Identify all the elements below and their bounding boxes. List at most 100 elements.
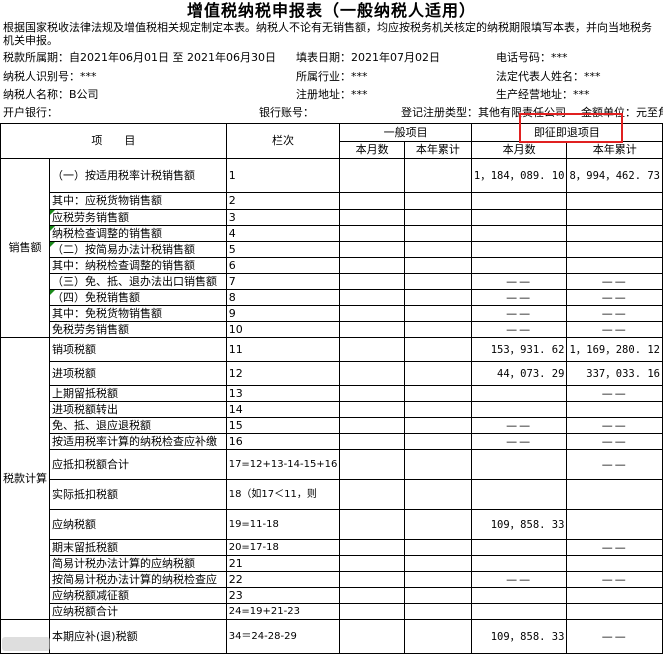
row-value-v1: [339, 603, 405, 620]
row-value-v1: [339, 417, 405, 434]
row-value-v1: [339, 241, 405, 258]
row-item-label: 纳税检查调整的销售额: [49, 225, 227, 242]
fill-date-value: 2021年07月02日: [351, 51, 440, 64]
row-value-v4: ——: [566, 619, 663, 654]
row-value-v2: [403, 192, 472, 210]
row-value-v2: [403, 289, 472, 306]
row-value-v3: 44，073. 29: [470, 361, 568, 386]
row-value-v3: 109，858. 33: [470, 619, 568, 654]
account-label: 银行账号：: [259, 106, 314, 119]
phone-field: 电话号码：***: [496, 51, 568, 65]
table-row: 应抵扣税额合计 17=12+13-14-15+16 ——: [1, 449, 663, 480]
row-value-v1: [339, 305, 405, 322]
row-value-v1: [339, 337, 405, 362]
taxpayer-name-field: 纳税人名称：B公司: [3, 88, 99, 102]
taxid-label: 纳税人识别号：: [3, 70, 80, 83]
table-row: 简易计税办法计算的应纳税额 21: [1, 555, 663, 572]
row-value-v4: [566, 401, 663, 418]
group-general: 一般项目: [339, 123, 472, 142]
row-value-v2: [403, 417, 472, 434]
row-value-v3: [470, 603, 568, 620]
row-value-v1: [339, 509, 405, 540]
row-value-v3: ——: [470, 433, 568, 450]
row-value-v1: [339, 273, 405, 290]
row-col-number: 19=11-18: [225, 509, 341, 540]
row-value-v3: [470, 257, 568, 274]
table-row: 销售额 （一）按适用税率计税销售额 1 1，184，089. 10 8，994，462.…: [0, 158, 663, 338]
row-value-v4: ——: [566, 433, 663, 450]
row-value-v1: [339, 449, 405, 480]
row-value-v1: [339, 479, 405, 510]
row-item-label: 应纳税额减征额: [49, 587, 227, 604]
row-value-v4: 8，994，462. 73: [566, 158, 663, 193]
general-ytd-header: 本年累计: [403, 141, 472, 159]
row-value-v2: [403, 158, 472, 193]
row-item-label: 按适用税率计算的纳税检查应补缴: [49, 433, 227, 450]
row-value-v3: 1，184，089. 10: [470, 158, 568, 193]
row-value-v1: [339, 209, 405, 226]
row-value-v4: [566, 209, 663, 226]
row-item-label: 进项税额转出: [49, 401, 227, 418]
row-value-v3: [470, 449, 568, 480]
row-col-number: 20=17-18: [225, 539, 341, 556]
row-value-v1: [339, 433, 405, 450]
row-value-v2: [403, 539, 472, 556]
table-row: 进项税额转出 14: [1, 401, 663, 418]
highlight-box: [519, 113, 623, 143]
period-label: 税款所属期：: [3, 51, 69, 64]
account-field: 银行账号：: [259, 106, 314, 120]
row-item-label: （二）按简易办法计税销售额: [49, 241, 227, 258]
row-value-v2: [403, 603, 472, 620]
row-value-v3: ——: [470, 305, 568, 322]
header-item: 项 目: [0, 123, 227, 159]
row-value-v1: [339, 321, 405, 338]
table-row: 税款计算 销项税额 11 153，931. 62 1，169，280. 12: [0, 337, 663, 620]
row-col-number: 13: [225, 385, 341, 402]
refund-month-header: 本月数: [470, 141, 568, 159]
rep-label: 法定代表人姓名：: [496, 70, 584, 83]
row-col-number: 18（如17＜11，则: [225, 479, 341, 510]
row-value-v2: [403, 361, 472, 386]
row-value-v2: [403, 587, 472, 604]
row-value-v1: [339, 539, 405, 556]
row-value-v4: 337，033. 16: [566, 361, 663, 386]
row-value-v2: [403, 433, 472, 450]
unit-value: 元至角分: [636, 106, 663, 119]
rep-value: ***: [584, 70, 601, 83]
row-col-number: 3: [225, 209, 341, 226]
taxid-value: ***: [80, 70, 97, 83]
row-value-v2: [403, 241, 472, 258]
row-value-v3: [470, 241, 568, 258]
table-row: 纳税检查调整的销售额 4: [1, 225, 663, 242]
row-value-v1: [339, 289, 405, 306]
row-value-v1: [339, 555, 405, 572]
table-row: 按简易计税办法计算的纳税检查应 22 —— ——: [1, 571, 663, 588]
row-item-label: 按简易计税办法计算的纳税检查应: [49, 571, 227, 588]
row-item-label: 免、抵、退应退税额: [49, 417, 227, 434]
fill-date-label: 填表日期：: [296, 51, 351, 64]
row-value-v4: ——: [566, 449, 663, 480]
table-row: 免、抵、退应退税额 15 —— ——: [1, 417, 663, 434]
table-row: 按适用税率计算的纳税检查应补缴 16 —— ——: [1, 433, 663, 450]
row-value-v1: [339, 571, 405, 588]
row-col-number: 17=12+13-14-15+16: [225, 449, 341, 480]
table-row: 本期应补(退)税额 34＝24-28-29 109，858. 33 ——: [0, 619, 663, 654]
row-value-v2: [403, 555, 472, 572]
row-value-v4: [566, 603, 663, 620]
row-value-v3: ——: [470, 417, 568, 434]
row-col-number: 5: [225, 241, 341, 258]
row-col-number: 22: [225, 571, 341, 588]
table-row: 其中：纳税检查调整的销售额 6: [1, 257, 663, 274]
biz-address-label: 生产经营地址：: [496, 88, 573, 101]
row-value-v3: ——: [470, 321, 568, 338]
refund-ytd-header: 本年累计: [566, 141, 663, 159]
row-item-label: 上期留抵税额: [49, 385, 227, 402]
row-value-v1: [339, 401, 405, 418]
rep-field: 法定代表人姓名：***: [496, 70, 601, 84]
row-value-v2: [403, 273, 472, 290]
reg-type-label: 登记注册类型：: [401, 106, 478, 119]
table-row: （三）免、抵、退办法出口销售额 7 —— ——: [1, 273, 663, 290]
row-value-v1: [339, 587, 405, 604]
row-item-label: （三）免、抵、退办法出口销售额: [49, 273, 227, 290]
table-row: （二）按简易办法计税销售额 5: [1, 241, 663, 258]
